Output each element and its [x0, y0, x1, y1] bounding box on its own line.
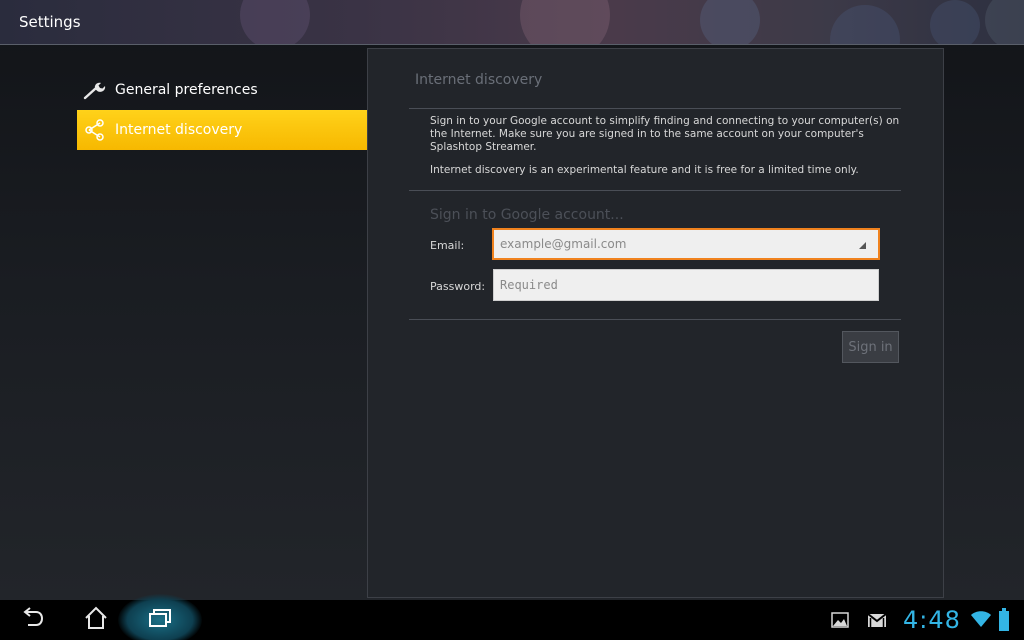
nav-item-general-preferences[interactable]: General preferences: [77, 70, 367, 110]
password-input[interactable]: [494, 270, 878, 300]
divider: [409, 319, 901, 320]
page-title: Settings: [19, 13, 81, 31]
panel-header: Internet discovery: [415, 72, 543, 88]
back-button[interactable]: [13, 604, 53, 636]
gmail-notification-icon[interactable]: [867, 610, 887, 630]
sign-in-button[interactable]: Sign in: [842, 331, 899, 363]
internet-discovery-panel: Internet discovery Sign in to your Googl…: [367, 48, 944, 598]
nav-item-internet-discovery[interactable]: Internet discovery: [77, 110, 367, 150]
password-label: Password:: [430, 280, 486, 293]
nav-item-label: Internet discovery: [115, 122, 243, 138]
back-icon: [20, 607, 46, 633]
signin-subhead: Sign in to Google account...: [430, 207, 624, 223]
clock[interactable]: 4:48: [903, 606, 961, 634]
wifi-icon: [970, 609, 991, 629]
settings-nav: General preferences Internet discovery: [77, 70, 367, 150]
description: Sign in to your Google account to simpli…: [430, 115, 900, 187]
email-input[interactable]: [494, 230, 854, 258]
recent-apps-icon: [147, 607, 173, 633]
home-icon: [83, 606, 109, 634]
dropdown-caret-icon[interactable]: [859, 242, 866, 249]
divider: [409, 108, 901, 109]
nav-item-label: General preferences: [115, 82, 258, 98]
wrench-icon: [83, 78, 107, 102]
description-text: Internet discovery is an experimental fe…: [430, 164, 859, 176]
screen: Settings General preferences Internet di…: [0, 0, 1024, 640]
action-bar: Settings: [0, 0, 1024, 45]
battery-icon: [998, 608, 1010, 632]
recent-apps-button[interactable]: [140, 604, 180, 636]
description-text: Sign in to your Google account to simpli…: [430, 115, 900, 153]
share-icon: [83, 118, 107, 142]
email-field[interactable]: [492, 228, 880, 260]
gallery-notification-icon[interactable]: [830, 610, 850, 630]
divider: [409, 190, 901, 191]
password-field[interactable]: [493, 269, 879, 301]
email-label: Email:: [430, 239, 465, 252]
system-bar: 4:48: [0, 594, 1024, 640]
home-button[interactable]: [76, 604, 116, 636]
